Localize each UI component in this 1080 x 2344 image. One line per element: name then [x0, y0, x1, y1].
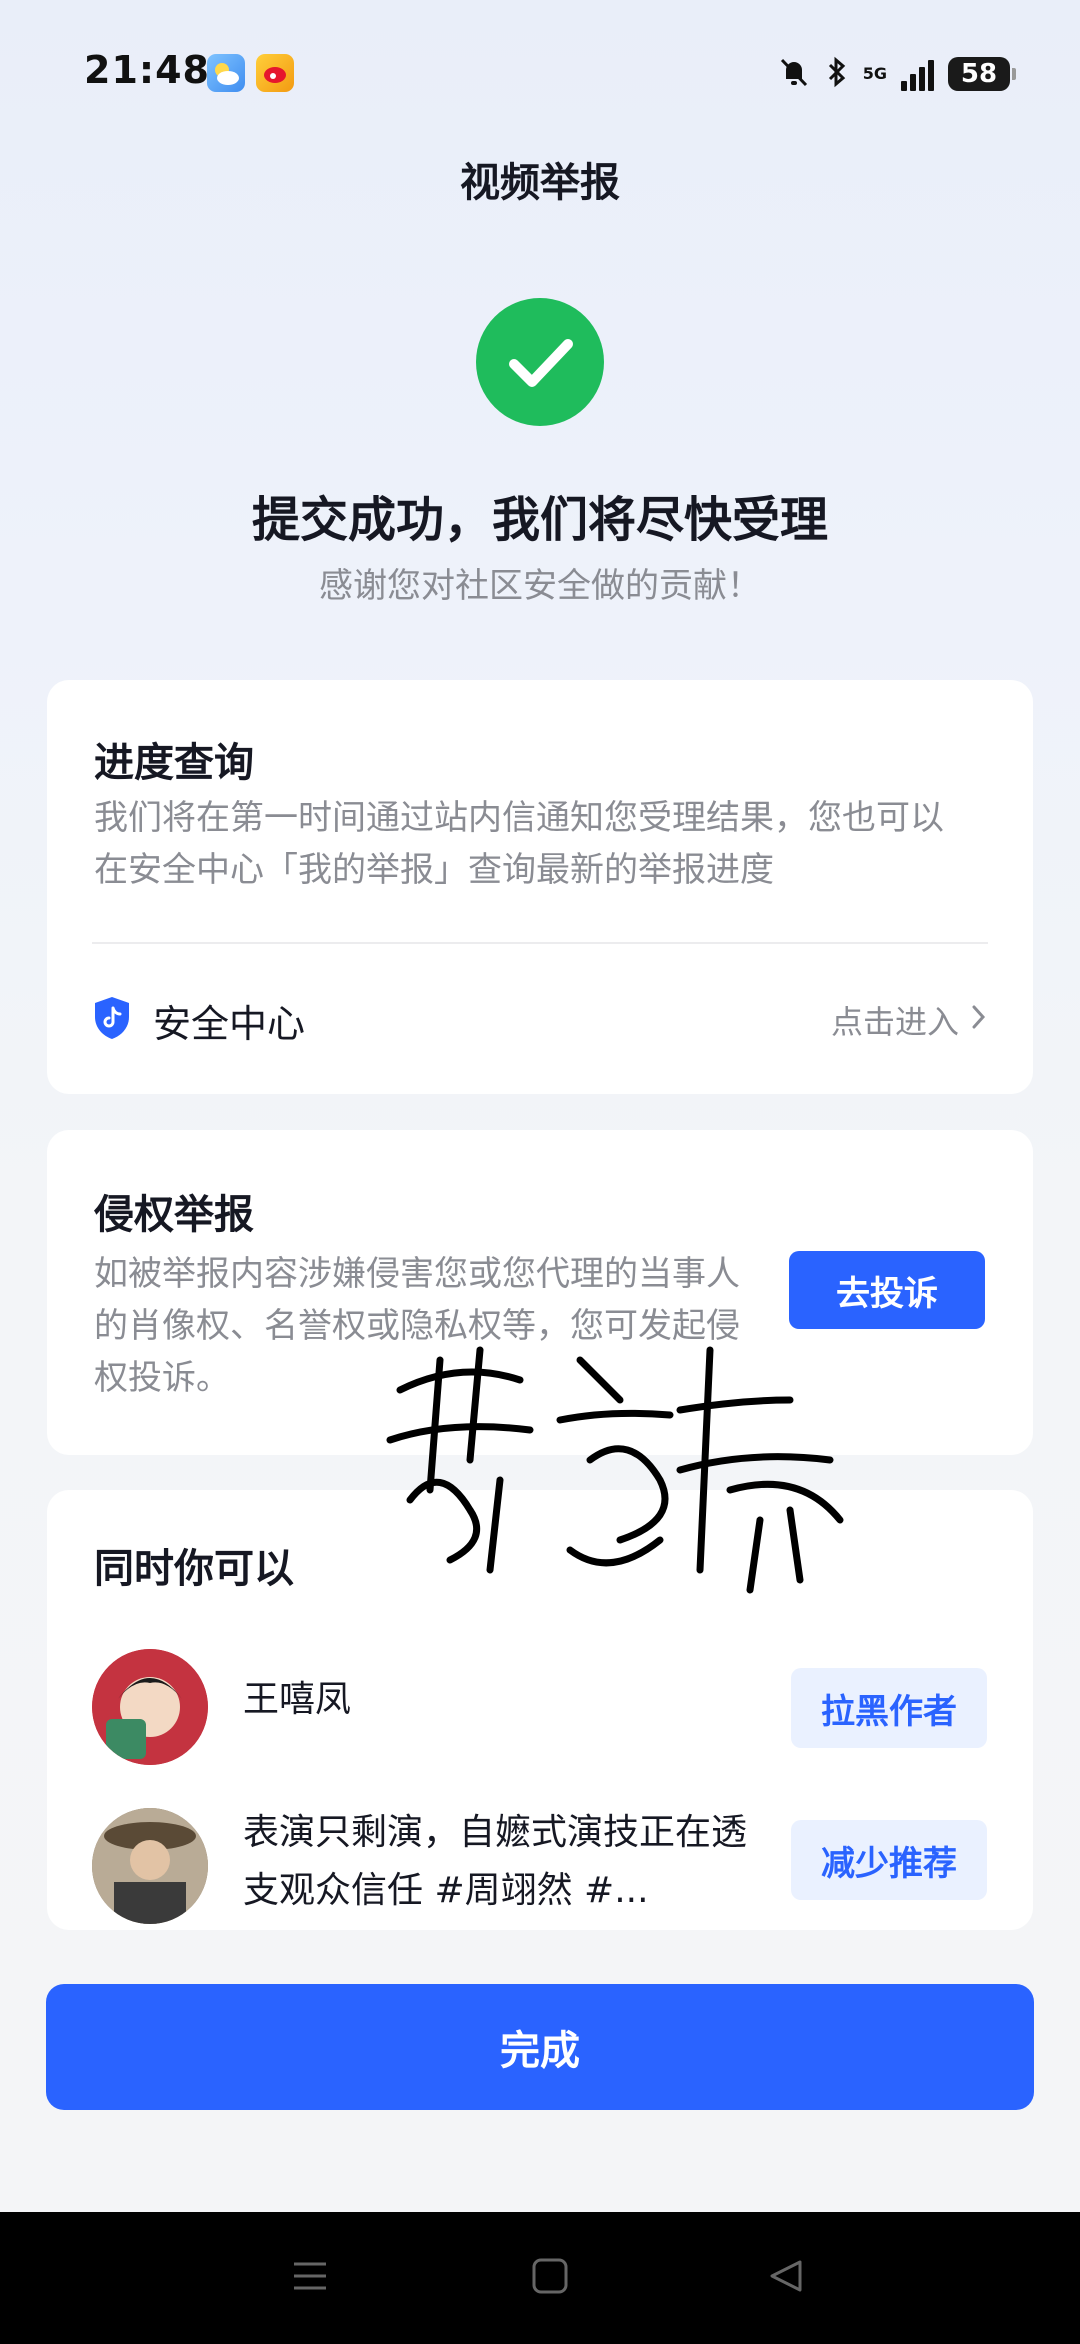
status-time: 21:48 — [84, 48, 210, 92]
battery-icon: 58 — [948, 57, 1016, 91]
shield-icon — [92, 995, 132, 1041]
page-title: 视频举报 — [460, 160, 620, 206]
enter-link[interactable]: 点击进入 — [831, 997, 987, 1043]
home-icon[interactable] — [530, 2256, 570, 2300]
also-title: 同时你可以 — [94, 1546, 294, 1592]
avatar — [92, 1649, 208, 1765]
chevron-right-icon — [971, 1001, 987, 1039]
done-button[interactable]: 完成 — [46, 1984, 1034, 2110]
menu-icon[interactable] — [290, 2256, 330, 2300]
list-item[interactable]: 王嘻凤 拉黑作者 — [47, 1642, 1033, 1772]
list-item[interactable]: 表演只剩演，自嬷式演技正在透支观众信任 #周翊然 #... 减少推荐 — [47, 1802, 1033, 1930]
security-center-label: 安全中心 — [153, 1002, 306, 1046]
author-name: 王嘻凤 — [243, 1679, 352, 1720]
weibo-icon — [256, 54, 294, 92]
bell-off-icon — [777, 55, 811, 93]
rights-title: 侵权举报 — [94, 1192, 254, 1238]
security-center-row[interactable]: 安全中心 点击进入 — [47, 945, 1033, 1094]
navigation-bar — [0, 2212, 1080, 2344]
progress-title: 进度查询 — [94, 740, 254, 786]
signature-watermark — [380, 1320, 860, 1620]
back-icon[interactable] — [766, 2256, 806, 2300]
check-icon — [476, 298, 604, 426]
progress-description: 我们将在第一时间通过站内信通知您受理结果，您也可以在安全中心「我的举报」查询最新… — [94, 798, 944, 890]
block-author-button[interactable]: 拉黑作者 — [791, 1668, 987, 1748]
bluetooth-icon — [825, 55, 849, 93]
network-type: 5G — [862, 64, 887, 83]
enter-label: 点击进入 — [830, 1003, 959, 1041]
status-icons: 5G 58 — [777, 52, 1016, 96]
weather-icon — [207, 54, 245, 92]
progress-card: 进度查询 我们将在第一时间通过站内信通知您受理结果，您也可以在安全中心「我的举报… — [47, 680, 1033, 1094]
battery-level: 58 — [960, 59, 998, 89]
signal-icon — [901, 57, 934, 91]
reduce-recommend-button[interactable]: 减少推荐 — [791, 1820, 987, 1900]
video-title: 表演只剩演，自嬷式演技正在透支观众信任 #周翊然 #... — [243, 1812, 748, 1911]
success-heading: 提交成功，我们将尽快受理 — [251, 492, 828, 548]
divider — [92, 942, 988, 944]
success-subtitle: 感谢您对社区安全做的贡献！ — [319, 566, 761, 606]
avatar — [92, 1808, 208, 1924]
complain-button[interactable]: 去投诉 — [789, 1251, 985, 1329]
